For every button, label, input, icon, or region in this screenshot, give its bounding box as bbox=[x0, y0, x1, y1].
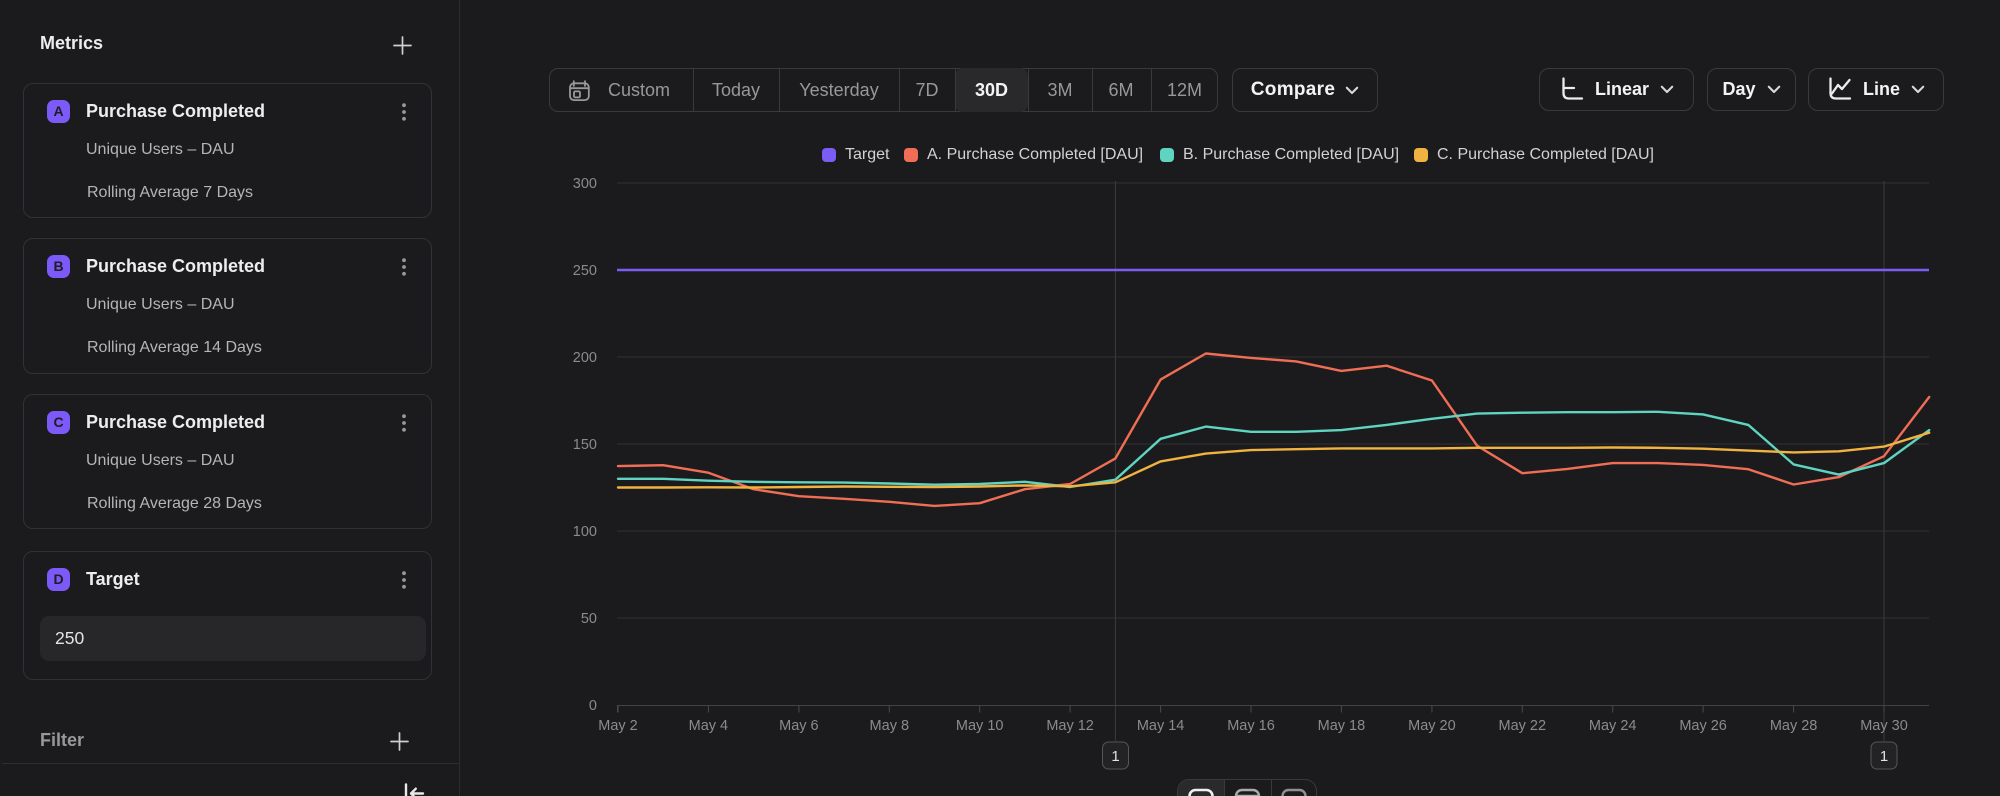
svg-text:100: 100 bbox=[573, 524, 597, 540]
svg-text:May 4: May 4 bbox=[689, 718, 729, 734]
svg-text:May 18: May 18 bbox=[1318, 718, 1366, 734]
svg-text:300: 300 bbox=[573, 176, 597, 192]
svg-text:1: 1 bbox=[1111, 748, 1119, 765]
svg-text:May 28: May 28 bbox=[1770, 718, 1818, 734]
svg-text:May 8: May 8 bbox=[870, 718, 910, 734]
svg-text:May 6: May 6 bbox=[779, 718, 819, 734]
svg-text:May 26: May 26 bbox=[1679, 718, 1727, 734]
svg-text:150: 150 bbox=[573, 437, 597, 453]
svg-text:250: 250 bbox=[573, 263, 597, 279]
svg-text:May 10: May 10 bbox=[956, 718, 1004, 734]
svg-text:May 16: May 16 bbox=[1227, 718, 1275, 734]
svg-text:May 2: May 2 bbox=[598, 718, 638, 734]
svg-text:200: 200 bbox=[573, 350, 597, 366]
svg-text:May 24: May 24 bbox=[1589, 718, 1637, 734]
svg-text:1: 1 bbox=[1880, 748, 1888, 765]
svg-text:May 20: May 20 bbox=[1408, 718, 1456, 734]
svg-text:May 22: May 22 bbox=[1499, 718, 1547, 734]
svg-text:50: 50 bbox=[581, 611, 597, 627]
svg-text:May 30: May 30 bbox=[1860, 718, 1908, 734]
svg-text:May 14: May 14 bbox=[1137, 718, 1185, 734]
svg-text:May 12: May 12 bbox=[1046, 718, 1094, 734]
svg-text:0: 0 bbox=[589, 698, 597, 714]
